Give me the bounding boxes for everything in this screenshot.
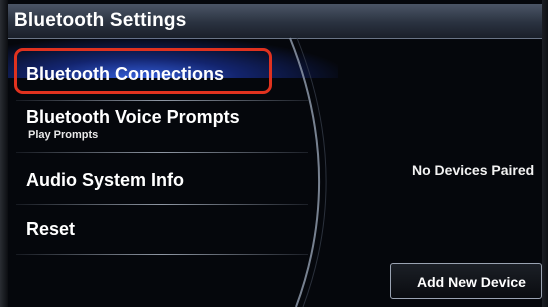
add-new-device-button[interactable]: Add New Device xyxy=(390,263,542,299)
menu-divider xyxy=(16,100,308,101)
menu-divider xyxy=(16,254,308,255)
no-devices-status: No Devices Paired xyxy=(412,162,535,178)
menu-item-bluetooth-voice-prompts[interactable]: Bluetooth Voice Prompts Play Prompts xyxy=(8,102,308,152)
menu-item-label: Reset xyxy=(26,219,76,239)
menu-divider xyxy=(16,152,308,153)
menu-item-sublabel: Play Prompts xyxy=(28,129,99,141)
menu-item-audio-system-info[interactable]: Audio System Info xyxy=(8,154,308,204)
page-title: Bluetooth Settings xyxy=(14,10,187,31)
menu-item-label: Audio System Info xyxy=(26,170,185,190)
add-new-device-label: Add New Device xyxy=(417,274,526,290)
screen-bezel-left xyxy=(0,0,8,307)
menu-divider xyxy=(16,204,308,205)
screen-bezel-right xyxy=(542,0,548,307)
selection-highlight-outline xyxy=(14,48,272,94)
bluetooth-settings-screen: Bluetooth Settings Bluetooth Connections… xyxy=(0,0,548,307)
title-bar: Bluetooth Settings xyxy=(8,4,542,39)
menu-item-reset[interactable]: Reset xyxy=(8,206,308,256)
menu-item-label: Bluetooth Voice Prompts xyxy=(26,107,240,127)
